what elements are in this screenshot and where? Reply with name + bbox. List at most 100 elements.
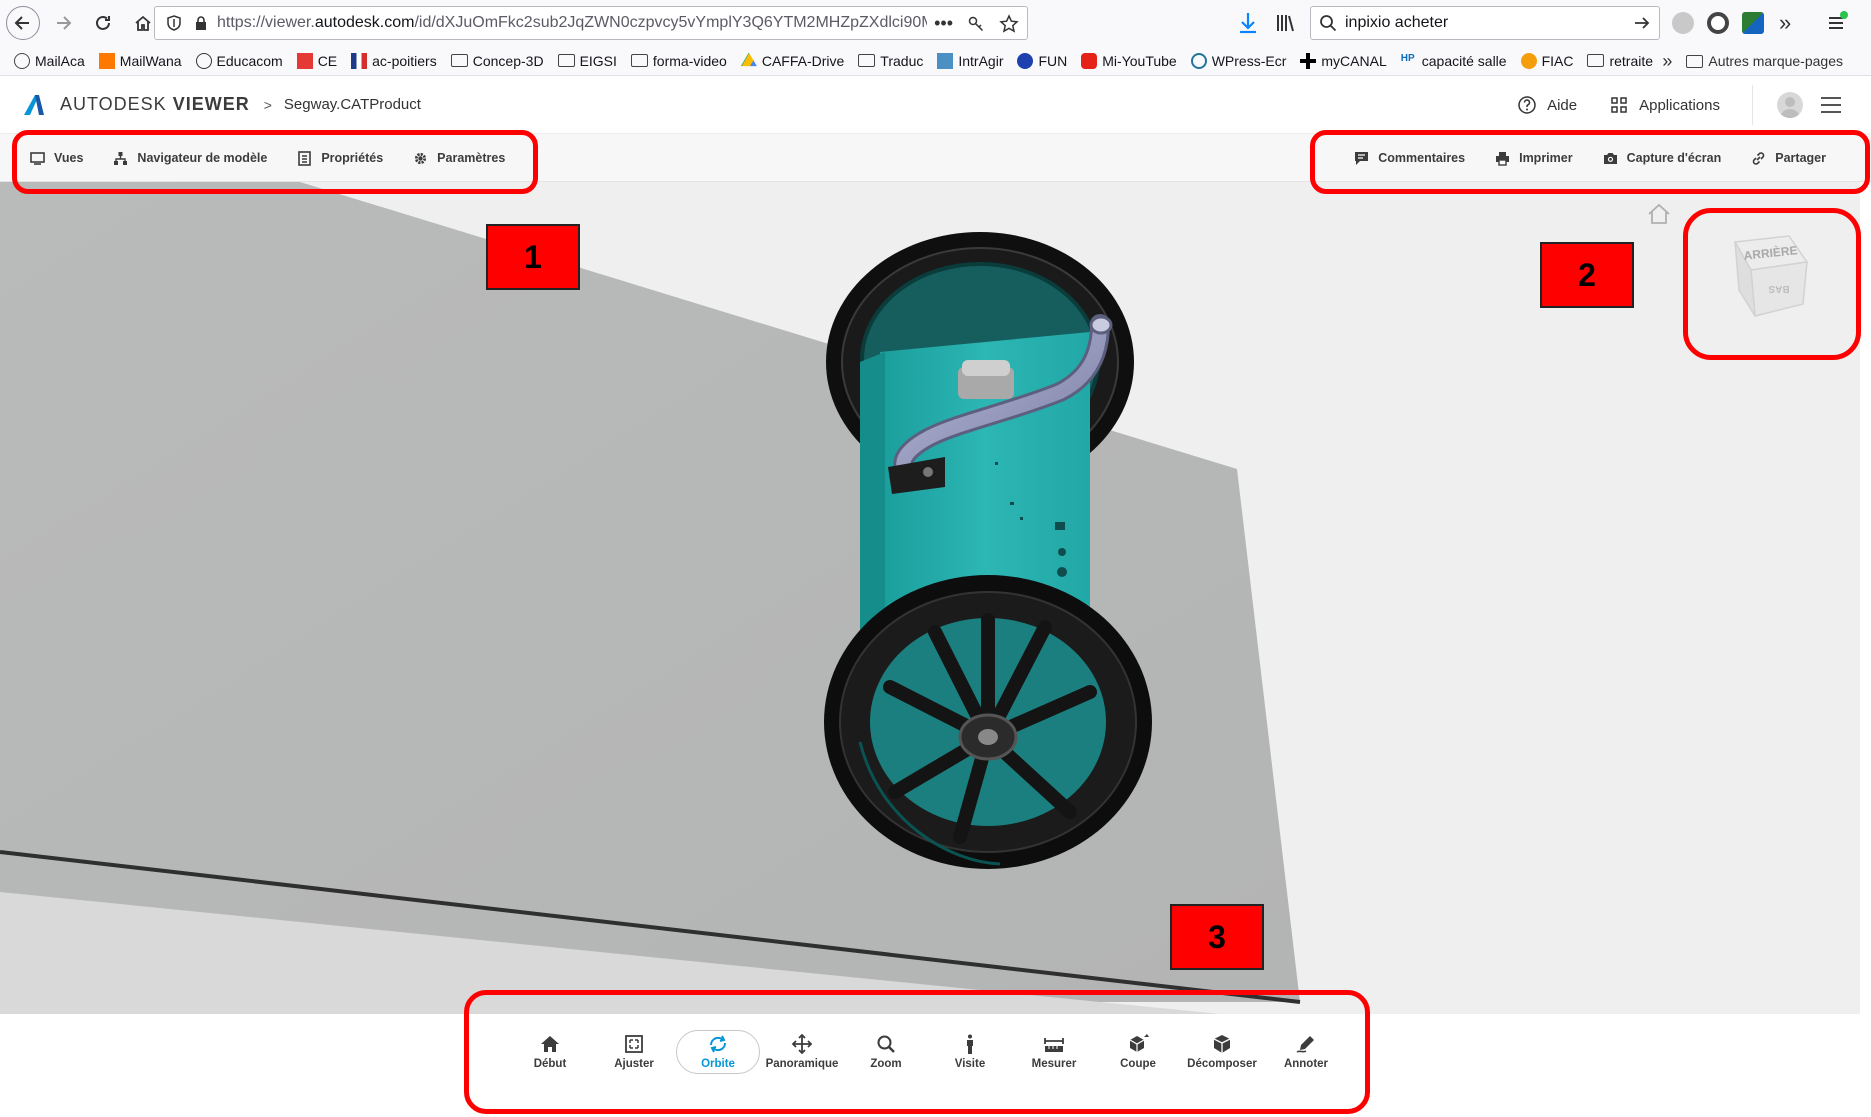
help-label: Aide bbox=[1547, 96, 1578, 114]
drive-icon bbox=[740, 52, 757, 67]
plus-icon bbox=[1300, 52, 1317, 69]
bookmark-item[interactable]: forma-video bbox=[630, 53, 727, 69]
extension-grey-icon[interactable] bbox=[1672, 12, 1694, 34]
viewcube-home-icon[interactable] bbox=[1647, 203, 1671, 225]
main-menu-button[interactable] bbox=[1821, 97, 1841, 113]
home-icon bbox=[135, 15, 151, 31]
shield-icon[interactable] bbox=[165, 14, 183, 32]
menu-line bbox=[1821, 111, 1841, 113]
key-icon[interactable] bbox=[967, 15, 985, 33]
brand-light: AUTODESK bbox=[60, 94, 167, 114]
browser-search-box[interactable] bbox=[1310, 6, 1660, 40]
bookmark-label: Educacom bbox=[216, 52, 283, 69]
url-text[interactable]: https://viewer.autodesk.com/id/dXJuOmFkc… bbox=[217, 14, 927, 32]
annotation-label-1: 1 bbox=[486, 224, 580, 290]
avatar[interactable] bbox=[1777, 92, 1803, 118]
lock-icon[interactable] bbox=[193, 15, 209, 31]
help-icon bbox=[1518, 96, 1536, 114]
browser-menu-icon[interactable] bbox=[1826, 10, 1848, 34]
bookmark-label: CE bbox=[317, 52, 338, 69]
search-input[interactable] bbox=[1345, 14, 1625, 32]
url-domain: autodesk.com bbox=[314, 14, 415, 31]
bookmark-item[interactable]: retraite bbox=[1587, 53, 1653, 69]
bookmark-label: ac-poitiers bbox=[372, 52, 437, 69]
url-prefix: https://viewer. bbox=[217, 14, 315, 31]
bookmark-item[interactable]: FIAC bbox=[1520, 52, 1574, 69]
account-icon[interactable] bbox=[1707, 12, 1729, 34]
bookmark-label: retraite bbox=[1609, 52, 1654, 69]
forward-button[interactable] bbox=[46, 6, 80, 40]
bookmark-item[interactable]: Mi-YouTube bbox=[1081, 52, 1177, 69]
annotation-box-right-toolbar bbox=[1310, 130, 1870, 194]
breadcrumb-separator: > bbox=[263, 96, 272, 113]
bookmark-item[interactable]: Concep-3D bbox=[450, 53, 544, 69]
mail-circle-icon bbox=[14, 52, 30, 69]
folder-icon bbox=[1587, 54, 1605, 67]
bookmark-item[interactable]: IntrAgir bbox=[937, 52, 1004, 69]
bookmark-item[interactable]: HP capacité salle bbox=[1401, 53, 1507, 69]
applications-label: Applications bbox=[1639, 96, 1720, 114]
bookmark-label: FIAC bbox=[1541, 52, 1574, 69]
bookmark-item[interactable]: ac-poitiers bbox=[351, 52, 437, 69]
help-button[interactable]: Aide bbox=[1517, 95, 1577, 115]
reload-button[interactable] bbox=[86, 6, 120, 40]
applications-button[interactable]: Applications bbox=[1609, 95, 1720, 115]
arrow-right-icon[interactable] bbox=[1633, 14, 1651, 32]
bookmark-item[interactable]: WPress-Ecr bbox=[1190, 52, 1287, 69]
bookmark-label: Traduc bbox=[880, 52, 924, 69]
bookmark-item[interactable]: myCANAL bbox=[1300, 52, 1387, 69]
image-icon bbox=[937, 52, 954, 69]
orange-square-icon bbox=[98, 52, 115, 69]
menu-line bbox=[1821, 104, 1841, 106]
star-icon[interactable] bbox=[999, 13, 1019, 34]
bookmark-item[interactable]: Traduc bbox=[858, 53, 923, 69]
bookmarks-overflow-button[interactable]: » bbox=[1662, 51, 1672, 72]
library-icon[interactable] bbox=[1275, 12, 1297, 34]
autodesk-logo-icon[interactable] bbox=[22, 93, 46, 117]
url-actions: ••• bbox=[934, 13, 1019, 34]
globe-icon bbox=[195, 52, 212, 69]
bookmark-label: myCANAL bbox=[1321, 52, 1387, 69]
file-name: Segway.CATProduct bbox=[283, 96, 421, 113]
bookmarks-right: » Autres marque-pages bbox=[1662, 46, 1843, 76]
other-bookmarks[interactable]: Autres marque-pages bbox=[1708, 53, 1843, 69]
bookmark-label: capacité salle bbox=[1421, 52, 1507, 69]
header-actions: Aide Applications bbox=[1517, 76, 1871, 134]
bookmark-item[interactable]: FUN bbox=[1017, 52, 1068, 69]
bookmark-label: FUN bbox=[1038, 52, 1068, 69]
arrow-right-icon bbox=[57, 16, 72, 30]
annotation-box-left-toolbar bbox=[12, 130, 538, 194]
user-icon bbox=[1780, 97, 1800, 118]
bookmark-label: MailAca bbox=[35, 52, 85, 69]
bookmark-label: CAFFA-Drive bbox=[761, 52, 845, 69]
app-brand[interactable]: AUTODESK VIEWER bbox=[60, 94, 250, 115]
folder-icon bbox=[557, 54, 575, 67]
youtube-icon bbox=[1081, 52, 1098, 69]
extension-colored-icon[interactable] bbox=[1742, 12, 1764, 34]
reload-icon bbox=[96, 15, 110, 30]
toolbar-overflow-button[interactable]: » bbox=[1779, 10, 1791, 36]
annotation-label-2: 2 bbox=[1540, 242, 1634, 308]
hp-icon: HP bbox=[1400, 52, 1415, 64]
bookmark-label: MailWana bbox=[119, 52, 182, 69]
bookmark-item[interactable]: CAFFA-Drive bbox=[740, 52, 845, 69]
url-path: /id/dXJuOmFkc2sub2JqZWN0czpvcy5vYmplY3Q6… bbox=[414, 14, 927, 31]
bookmark-item[interactable]: MailAca bbox=[14, 52, 85, 69]
bookmark-label: WPress-Ecr bbox=[1211, 52, 1287, 69]
flag-icon bbox=[351, 52, 368, 69]
menu-line bbox=[1821, 97, 1841, 99]
bookmark-item[interactable]: EIGSI bbox=[557, 53, 617, 69]
annotation-label-3: 3 bbox=[1170, 904, 1264, 970]
address-bar[interactable]: https://viewer.autodesk.com/id/dXJuOmFkc… bbox=[154, 6, 1028, 40]
page-actions-button[interactable]: ••• bbox=[934, 13, 953, 34]
download-icon[interactable] bbox=[1237, 11, 1259, 35]
bookmark-item[interactable]: MailWana bbox=[98, 52, 182, 69]
bookmark-item[interactable]: Educacom bbox=[195, 52, 283, 69]
brand-bold: VIEWER bbox=[172, 94, 250, 114]
bookmark-label: IntrAgir bbox=[958, 52, 1004, 69]
bookmark-item[interactable]: CE bbox=[296, 52, 338, 69]
annotation-box-viewcube bbox=[1683, 208, 1861, 360]
back-button[interactable] bbox=[6, 6, 40, 40]
bottom-wheel bbox=[824, 575, 1152, 869]
arrow-left-icon bbox=[14, 16, 29, 30]
